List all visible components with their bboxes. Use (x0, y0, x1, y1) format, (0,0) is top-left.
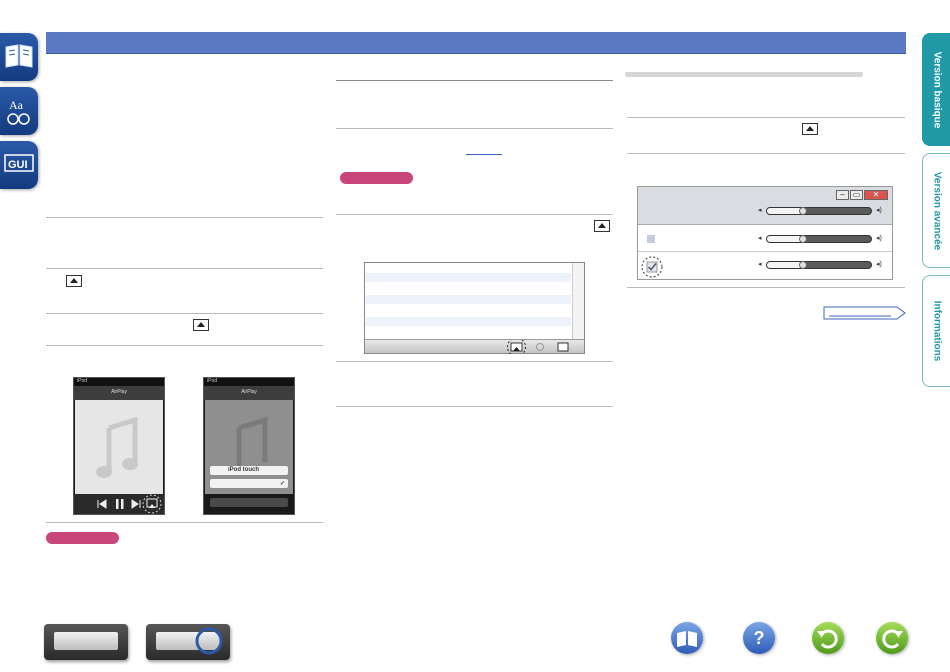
contents-icon[interactable] (671, 622, 703, 654)
volume-high-icon: ◂) (876, 207, 882, 214)
step-divider (336, 214, 613, 215)
magnifier-icon (195, 627, 223, 655)
back-icon[interactable] (812, 622, 844, 654)
minimize-button[interactable]: – (836, 190, 849, 200)
tab-informations[interactable]: Informations (922, 275, 950, 387)
step-divider (627, 153, 905, 154)
step-divider (336, 128, 613, 129)
maximize-button[interactable]: ▭ (850, 190, 863, 200)
itunes-window (364, 262, 585, 357)
list-row (366, 273, 571, 282)
help-icon[interactable]: ? (743, 622, 775, 654)
step-divider (46, 345, 323, 346)
svg-text:Aa: Aa (9, 98, 24, 112)
speakers-header: – ▭ ✕ ◂ ◂) (638, 187, 892, 225)
pause-icon[interactable] (116, 499, 124, 509)
airplay-option-ipod-touch[interactable]: iPod touch (210, 466, 288, 475)
music-note-icon (96, 416, 138, 478)
tab-label: Informations (931, 300, 942, 362)
tab-label: Version avancée (931, 171, 942, 250)
airplay-icon (802, 123, 818, 135)
section-rule (625, 72, 863, 77)
airplay-option-receiver[interactable]: ✓ (210, 479, 288, 488)
list-row (366, 295, 571, 304)
tab-label: Version basique (931, 51, 942, 128)
scrollbar[interactable] (572, 263, 584, 340)
section-header-bar (46, 32, 906, 54)
book-icon[interactable] (0, 33, 38, 81)
step-divider (336, 406, 613, 407)
master-volume-slider[interactable] (766, 207, 872, 215)
close-button[interactable]: ✕ (864, 190, 888, 200)
gui-icon[interactable]: GUI (0, 141, 38, 189)
step-divider (46, 522, 323, 523)
now-playing-header: AirPlay (74, 386, 164, 400)
airplay-icon (193, 319, 209, 331)
ipod-screen-now-playing: iPod AirPlay (73, 377, 165, 515)
step-divider (46, 217, 323, 218)
playback-controls (74, 494, 164, 514)
dictionary-icon[interactable]: Aa (0, 87, 38, 135)
airplay-icon (594, 220, 610, 232)
note-label (46, 532, 119, 544)
step-divider (336, 361, 613, 362)
view-toggle-icon[interactable] (557, 342, 569, 352)
step-divider (46, 313, 323, 314)
volume-high-icon: ◂) (876, 261, 882, 268)
volume-low-icon: ◂ (758, 207, 762, 214)
link-underline[interactable] (466, 154, 502, 155)
status-bar: iPod (74, 378, 164, 386)
album-art-placeholder (75, 400, 163, 494)
step-divider (627, 287, 905, 288)
receiver-rear-icon[interactable] (146, 624, 230, 660)
tab-version-basique[interactable]: Version basique (922, 33, 950, 146)
volume-high-icon: ◂) (876, 235, 882, 242)
status-bar: iPod (204, 378, 294, 386)
receiver-front-icon[interactable] (44, 624, 128, 660)
row-divider (638, 251, 892, 252)
airplay-icon (66, 275, 82, 287)
ipod-screen-airplay-menu: iPod AirPlay iPod touch ✓ (203, 377, 295, 515)
gear-icon[interactable] (536, 343, 544, 351)
step-divider (46, 268, 323, 269)
continue-arrow-icon[interactable] (823, 305, 907, 321)
itunes-bottom-bar (365, 337, 584, 357)
checkmark-icon: ✓ (280, 481, 286, 487)
previous-icon[interactable] (97, 499, 107, 509)
volume-low-icon: ◂ (758, 261, 762, 268)
airplay-icon[interactable] (510, 342, 523, 352)
receiver-volume-slider[interactable] (766, 261, 872, 269)
cancel-button[interactable] (210, 498, 288, 507)
airplay-icon[interactable] (146, 498, 158, 508)
svg-text:GUI: GUI (8, 159, 28, 171)
now-playing-header: AirPlay (204, 386, 294, 400)
next-icon[interactable] (131, 499, 141, 509)
multiple-speakers-window: – ▭ ✕ ◂ ◂) ◂ ◂) ◂ ◂) (637, 186, 893, 280)
volume-low-icon: ◂ (758, 235, 762, 242)
speaker-volume-slider[interactable] (766, 235, 872, 243)
tab-version-avancee[interactable]: Version avancée (922, 153, 950, 268)
step-divider (336, 80, 613, 81)
checkbox-computer[interactable] (647, 235, 655, 243)
forward-icon[interactable] (876, 622, 908, 654)
checkbox-receiver[interactable] (640, 255, 664, 279)
list-row (366, 317, 571, 326)
note-label (340, 172, 413, 184)
step-divider (627, 117, 905, 118)
